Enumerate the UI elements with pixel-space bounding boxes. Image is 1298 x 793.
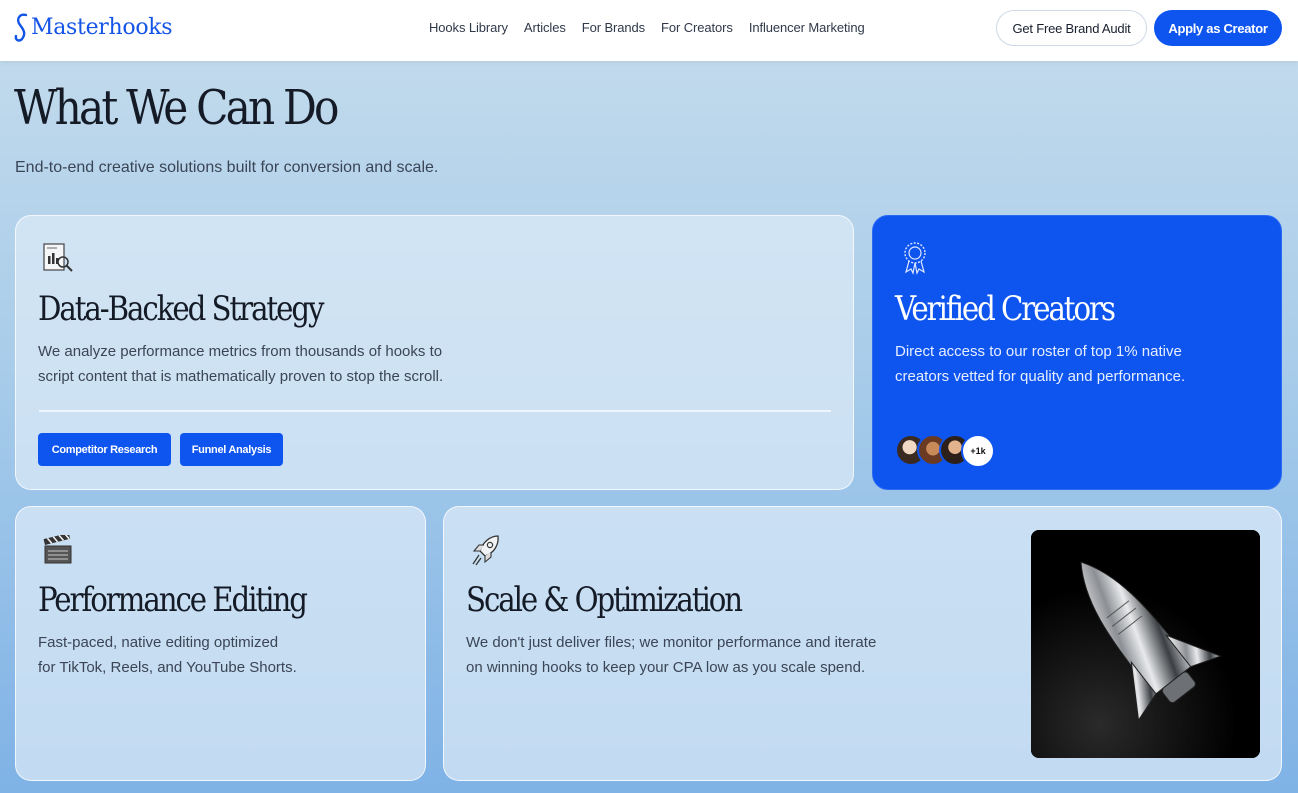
card-text-line-1: Direct access to our roster of top 1% na…	[895, 343, 1182, 360]
clapperboard-icon	[43, 532, 75, 570]
logo[interactable]: Masterhooks	[14, 12, 173, 42]
page-title: What We Can Do	[14, 80, 339, 136]
nav-for-brands[interactable]: For Brands	[582, 20, 645, 35]
chart-report-icon	[42, 242, 74, 279]
card-title: Verified Creators	[895, 289, 1116, 329]
creator-avatars: +1k	[895, 434, 995, 470]
site-header: Masterhooks Hooks Library Articles For B…	[0, 0, 1298, 61]
card-text-line-1: We don't just deliver files; we monitor …	[466, 634, 877, 651]
card-title: Performance Editing	[38, 580, 308, 620]
nav-influencer-marketing[interactable]: Influencer Marketing	[749, 20, 865, 35]
award-badge-icon	[901, 241, 929, 280]
more-creators-badge: +1k	[961, 434, 995, 468]
card-text-line-2: for TikTok, Reels, and YouTube Shorts.	[38, 659, 297, 676]
card-verified-creators: Verified Creators Direct access to our r…	[872, 215, 1282, 490]
logo-text: Masterhooks	[31, 14, 173, 40]
card-text-line-2: on winning hooks to keep your CPA low as…	[466, 659, 866, 676]
card-performance-editing: Performance Editing Fast-paced, native e…	[15, 506, 426, 781]
logo-mark-icon	[14, 13, 28, 42]
apply-creator-button[interactable]: Apply as Creator	[1154, 10, 1282, 46]
nav-hooks-library[interactable]: Hooks Library	[429, 20, 508, 35]
card-title: Data-Backed Strategy	[38, 289, 325, 329]
card-text-line-1: We analyze performance metrics from thou…	[38, 343, 443, 360]
card-scale-optimization: Scale & Optimization We don't just deliv…	[443, 506, 1282, 781]
nav-articles[interactable]: Articles	[524, 20, 566, 35]
chrome-rocket-image	[1031, 530, 1260, 758]
card-text-line-2: script content that is mathematically pr…	[38, 368, 444, 385]
divider	[39, 410, 831, 412]
brand-audit-button[interactable]: Get Free Brand Audit	[996, 10, 1147, 46]
tag-funnel-analysis[interactable]: Funnel Analysis	[180, 433, 283, 466]
card-title: Scale & Optimization	[466, 580, 743, 620]
card-data-backed-strategy: Data-Backed Strategy We analyze performa…	[15, 215, 854, 490]
nav-for-creators[interactable]: For Creators	[661, 20, 733, 35]
page-subtitle: End-to-end creative solutions built for …	[15, 159, 439, 176]
card-text-line-1: Fast-paced, native editing optimized	[38, 634, 279, 651]
card-text-line-2: creators vetted for quality and performa…	[895, 368, 1186, 385]
tag-competitor-research[interactable]: Competitor Research	[38, 433, 171, 466]
main-nav: Hooks Library Articles For Brands For Cr…	[429, 20, 881, 35]
rocket-icon	[470, 533, 502, 572]
